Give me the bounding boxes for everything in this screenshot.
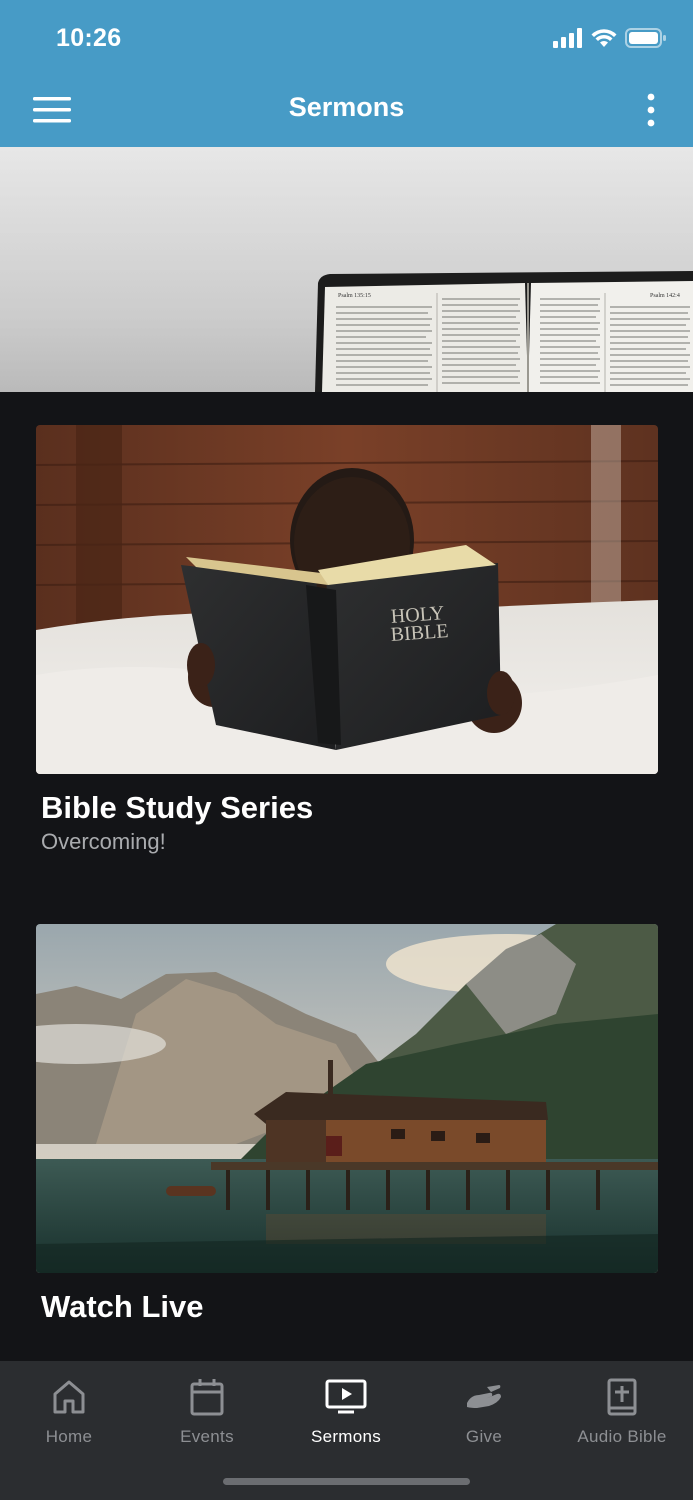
app-header: 10:26 Sermons: [0, 0, 693, 147]
status-icons: [553, 26, 667, 50]
sermon-card-bible-study[interactable]: HOLY BIBLE Bible Study Series Overcoming…: [36, 425, 658, 856]
give-hand-icon: [467, 1385, 501, 1408]
signal-icon: [553, 28, 582, 48]
bible-book-icon: [607, 1378, 637, 1416]
wifi-icon: [591, 29, 617, 47]
card-title: Watch Live: [41, 1289, 204, 1324]
home-indicator[interactable]: [223, 1478, 470, 1485]
sermon-card-watch-live[interactable]: Watch Live: [36, 924, 658, 1325]
battery-icon: [625, 28, 666, 48]
tab-label: Home: [45, 1427, 93, 1446]
tab-home[interactable]: Home: [0, 1375, 138, 1455]
tab-label: Sermons: [310, 1427, 382, 1446]
home-icon: [53, 1380, 85, 1414]
tab-audio-bible[interactable]: Audio Bible: [553, 1375, 691, 1455]
book-cover-title-line2: BIBLE: [390, 620, 449, 646]
play-video-icon: [325, 1379, 367, 1414]
tab-label: Audio Bible: [577, 1427, 667, 1446]
tab-label: Give: [465, 1427, 503, 1446]
bible-study-thumbnail[interactable]: HOLY BIBLE: [36, 425, 658, 774]
card-subtitle: Overcoming!: [41, 829, 166, 854]
watch-live-thumbnail[interactable]: [36, 924, 658, 1273]
page-title: Sermons: [288, 92, 405, 122]
hero-banner-image: Psalm 135:15 Psalm 142:4: [0, 147, 693, 392]
tab-sermons[interactable]: Sermons: [277, 1375, 415, 1455]
hero-page-header-left: Psalm 135:15: [338, 293, 371, 299]
hero-page-header-right: Psalm 142:4: [650, 293, 680, 299]
tab-label: Events: [180, 1427, 234, 1446]
tab-give[interactable]: Give: [415, 1375, 553, 1455]
more-options-button[interactable]: [639, 90, 663, 130]
status-time: 10:26: [56, 24, 122, 52]
more-vertical-icon: [647, 93, 655, 127]
calendar-icon: [190, 1379, 224, 1416]
tab-events[interactable]: Events: [138, 1375, 276, 1455]
card-title: Bible Study Series: [41, 790, 314, 825]
